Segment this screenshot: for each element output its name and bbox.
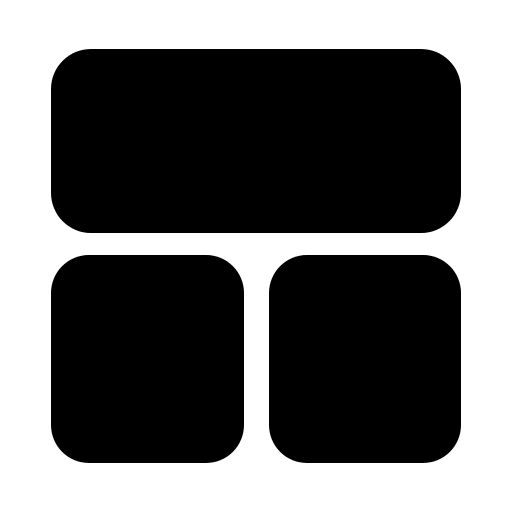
bottom-left-tile xyxy=(51,255,244,463)
dashboard-layout-icon xyxy=(51,49,461,463)
icon-canvas xyxy=(0,0,512,512)
bottom-right-tile xyxy=(269,255,461,463)
top-wide-tile xyxy=(51,49,461,233)
